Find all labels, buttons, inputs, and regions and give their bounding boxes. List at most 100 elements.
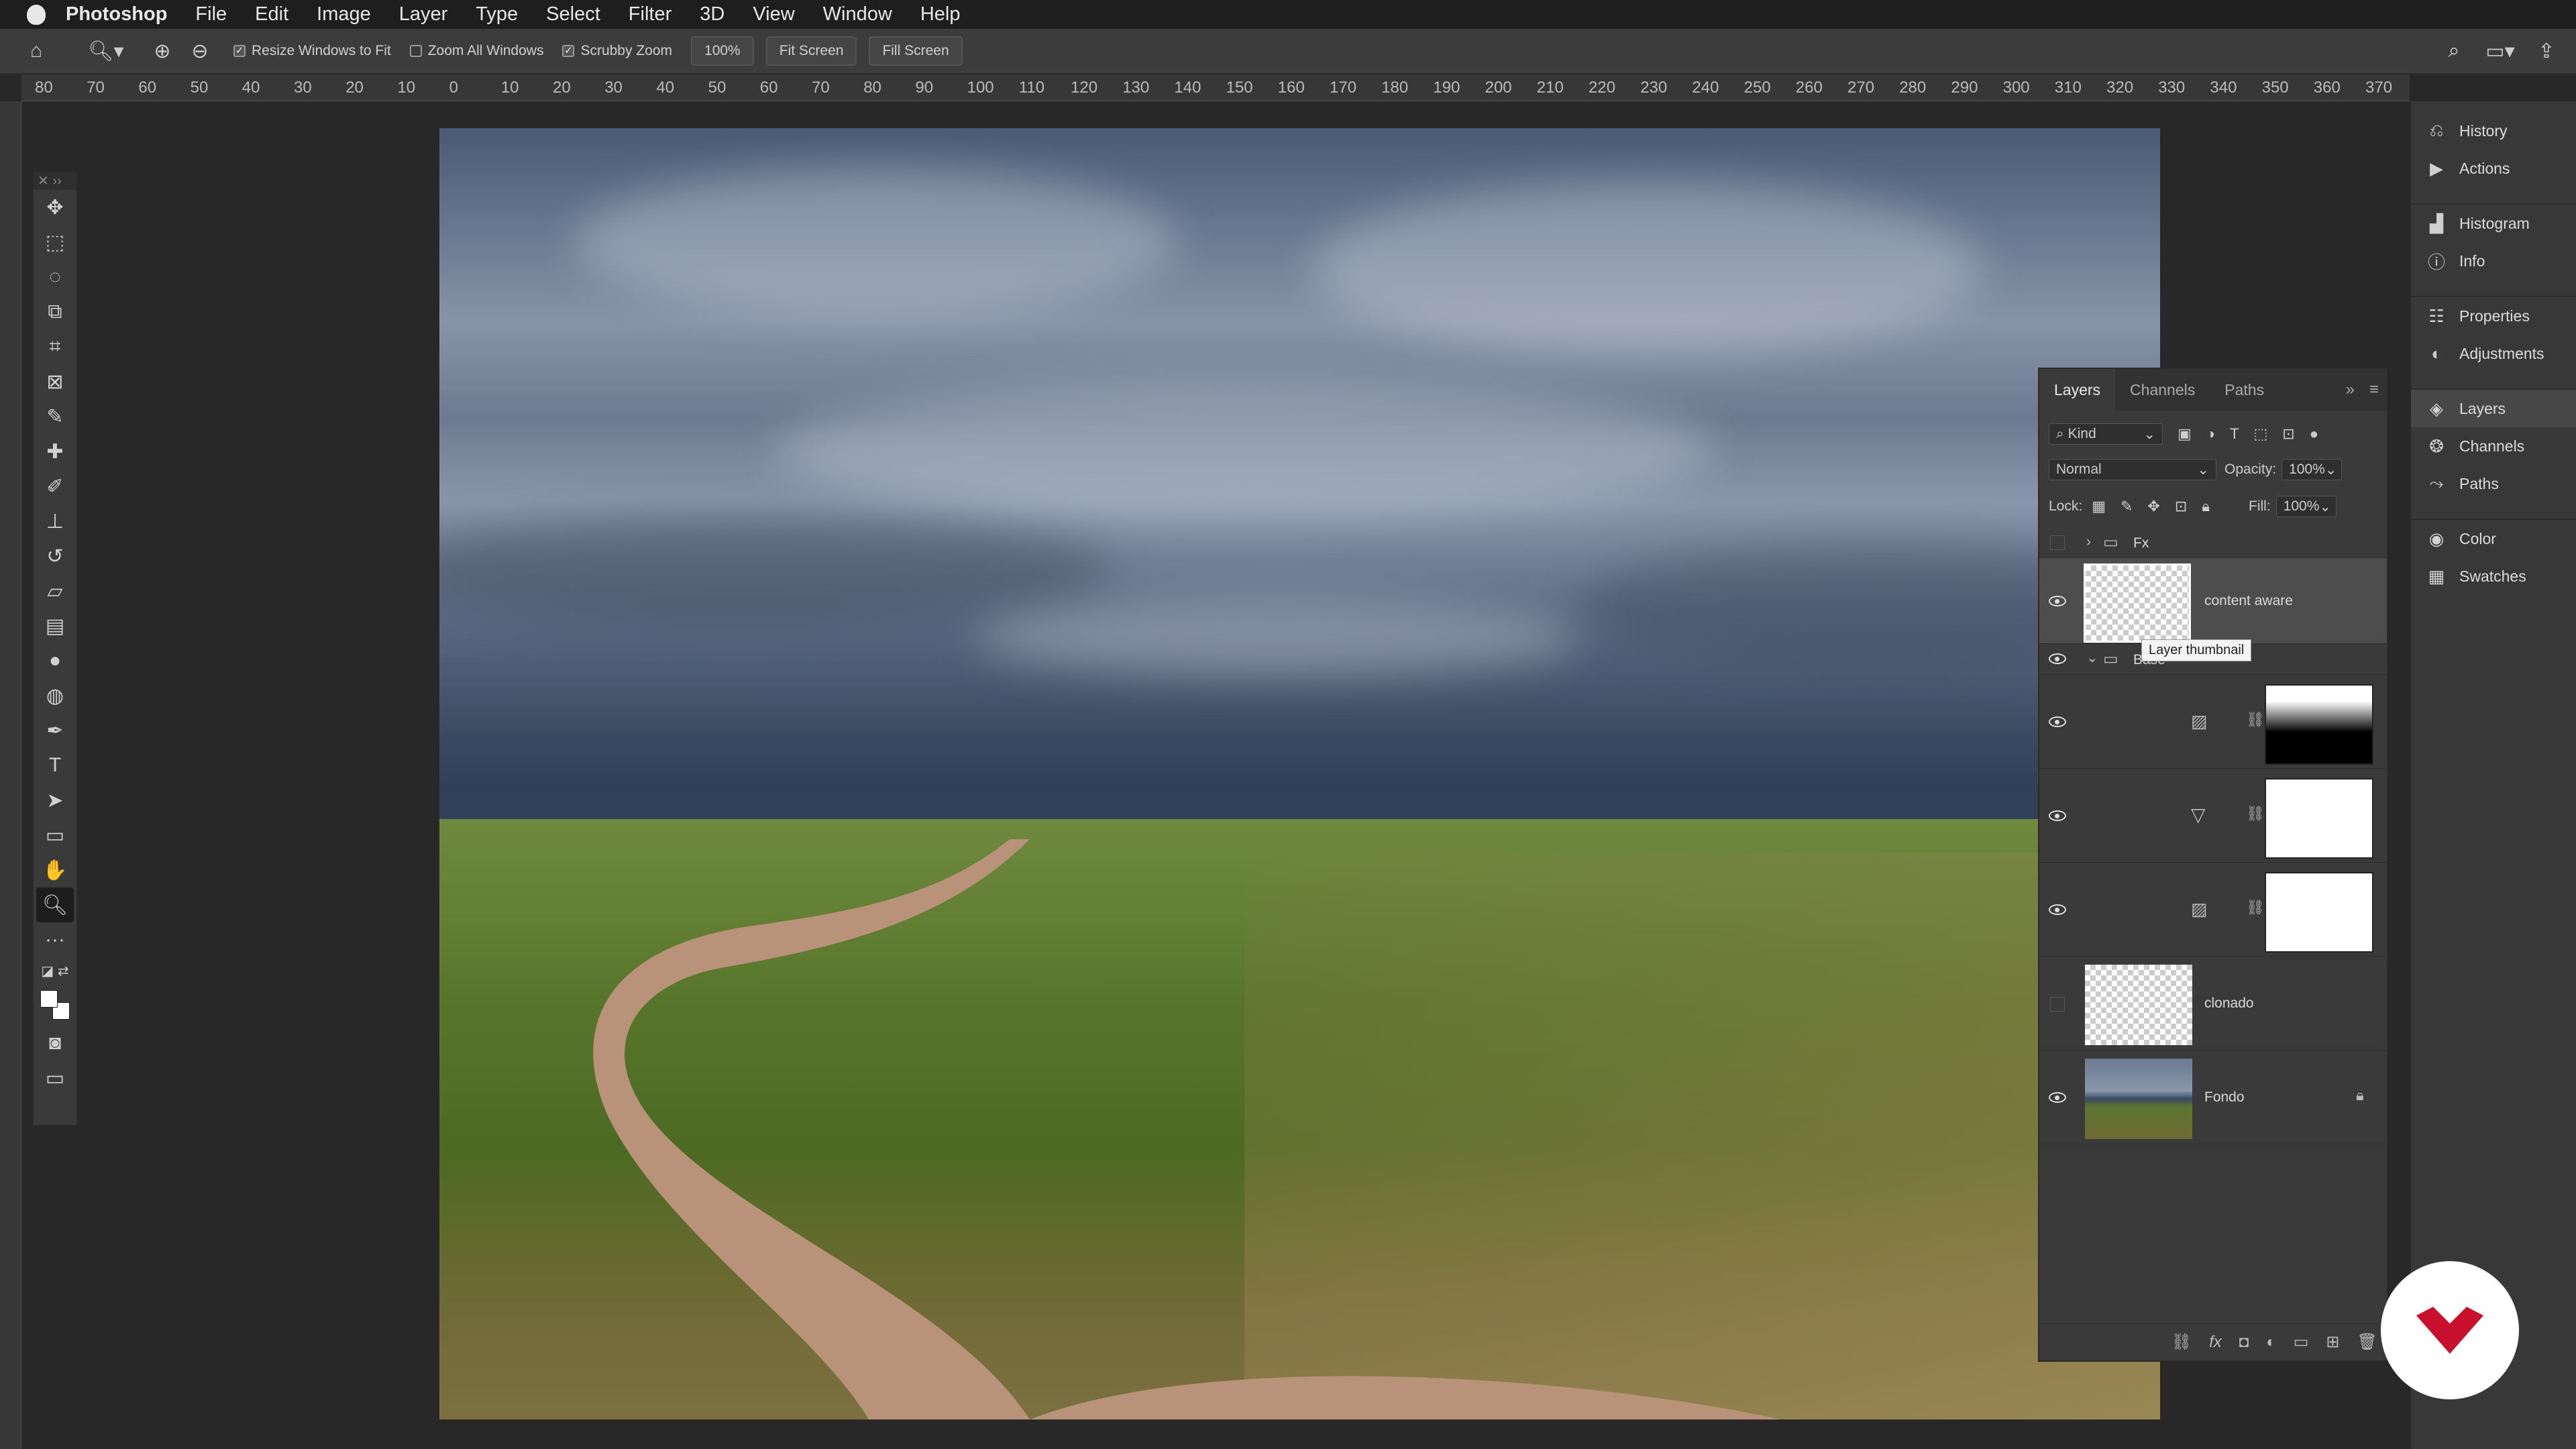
move-tool-icon[interactable]: ✥	[34, 190, 76, 225]
link-layers-icon[interactable]: ⛓	[2171, 1332, 2192, 1352]
panel-menu-icon[interactable]: ≡	[2361, 369, 2387, 411]
frame-tool-icon[interactable]: ⊠	[34, 364, 76, 399]
blur-tool-icon[interactable]: ●	[34, 643, 76, 678]
zoom-all-windows-checkbox[interactable]: Zoom All Windows	[409, 43, 543, 59]
layer-mask-thumbnail[interactable]	[2265, 778, 2373, 859]
fill-field[interactable]: 100% ⌄	[2275, 496, 2337, 517]
workspace-icon[interactable]: ▭▾	[2477, 36, 2524, 66]
new-layer-icon[interactable]: ⊞	[2326, 1332, 2339, 1352]
fx-icon[interactable]: fx	[2209, 1333, 2222, 1352]
layer-mask-thumbnail[interactable]	[2265, 872, 2373, 953]
menu-view[interactable]: View	[753, 3, 794, 25]
zoom-tool-preset-icon[interactable]: 🔍︎▾	[86, 36, 126, 66]
gradient-tool-icon[interactable]: ▤	[34, 608, 76, 643]
lasso-tool-icon[interactable]: ◌	[34, 260, 76, 294]
layer-thumbnail[interactable]	[2085, 1059, 2192, 1139]
clone-stamp-tool-icon[interactable]: ⊥	[34, 504, 76, 539]
layer-thumbnail[interactable]	[2085, 965, 2192, 1045]
eye-icon[interactable]	[2049, 1092, 2066, 1103]
visibility-toggle-off[interactable]	[2050, 997, 2065, 1012]
menu-image[interactable]: Image	[317, 3, 371, 25]
dock-channels[interactable]: ❂ Channels	[2411, 427, 2576, 465]
menu-layer[interactable]: Layer	[399, 3, 448, 25]
link-icon[interactable]: ⛓	[2246, 899, 2265, 916]
fill-screen-button[interactable]: Fill Screen	[869, 36, 963, 66]
horizontal-ruler[interactable]: 80 70 60 50 40 30 20 10 0 10 20 30 40 50 60 70 80 90 100 11…	[21, 74, 2410, 101]
trash-icon[interactable]: 🗑︎	[2357, 1332, 2377, 1352]
healing-brush-tool-icon[interactable]: ✚	[34, 434, 76, 469]
lock-icons[interactable]: ▦✎✥⊡🔒︎	[2092, 498, 2224, 515]
eyedropper-tool-icon[interactable]: ✎	[34, 399, 76, 434]
layer-row-clonado[interactable]: clonado	[2039, 957, 2387, 1051]
menu-edit[interactable]: Edit	[255, 3, 288, 25]
expand-group-icon[interactable]: ›	[2086, 534, 2091, 550]
dock-swatches[interactable]: ▦ Swatches	[2411, 557, 2576, 595]
tab-layers[interactable]: Layers	[2039, 369, 2116, 411]
collapse-panel-icon[interactable]: »	[2339, 369, 2361, 411]
layer-row-fx[interactable]: › ▭ Fx	[2039, 527, 2387, 558]
marquee-tool-icon[interactable]: ⬚	[34, 225, 76, 260]
vertical-ruler[interactable]	[0, 101, 21, 1449]
path-selection-tool-icon[interactable]: ➤	[34, 783, 76, 818]
home-icon[interactable]: ⌂	[21, 36, 51, 66]
eye-icon[interactable]	[2049, 596, 2066, 606]
new-group-icon[interactable]: ▭	[2294, 1332, 2309, 1352]
layer-row-content-aware[interactable]: content aware	[2039, 558, 2387, 644]
eye-icon[interactable]	[2049, 653, 2066, 664]
tools-panel-header[interactable]: ✕ ››	[34, 172, 76, 190]
menu-3d[interactable]: 3D	[700, 3, 724, 25]
layer-row-vibrance-adjustment[interactable]: ▽ ⛓	[2039, 769, 2387, 863]
zoom-percent-field[interactable]: 100%	[691, 36, 754, 66]
dock-actions[interactable]: ▶ Actions	[2411, 150, 2576, 187]
zoom-tool-icon[interactable]: 🔍︎	[36, 888, 74, 922]
menu-filter[interactable]: Filter	[629, 3, 672, 25]
dock-histogram[interactable]: ▟ Histogram	[2411, 205, 2576, 242]
apple-icon[interactable]	[27, 4, 46, 25]
link-icon[interactable]: ⛓	[2246, 711, 2265, 729]
collapse-group-icon[interactable]: ⌄	[2086, 649, 2098, 666]
menu-file[interactable]: File	[195, 3, 227, 25]
eye-icon[interactable]	[2049, 716, 2066, 727]
swap-colors-icon[interactable]: ◪ ⇄	[34, 957, 76, 984]
search-icon[interactable]: ⌕	[2439, 36, 2469, 66]
layer-mask-thumbnail[interactable]	[2265, 684, 2373, 765]
brush-tool-icon[interactable]: ✐	[34, 469, 76, 504]
dock-properties[interactable]: ☷ Properties	[2411, 297, 2576, 335]
document-canvas[interactable]	[439, 128, 2160, 1419]
link-icon[interactable]: ⛓	[2246, 805, 2265, 822]
more-tools-icon[interactable]: ···	[34, 922, 76, 957]
dock-color[interactable]: ◉ Color	[2411, 520, 2576, 557]
menu-select[interactable]: Select	[546, 3, 600, 25]
rectangle-tool-icon[interactable]: ▭	[34, 818, 76, 853]
eye-icon[interactable]	[2049, 904, 2066, 915]
filter-type-icons[interactable]: ▣◑T⬚⊡●	[2178, 425, 2333, 443]
layer-thumbnail[interactable]	[2084, 564, 2191, 643]
blend-mode-select[interactable]: Normal ⌄	[2049, 459, 2216, 480]
filter-kind-select[interactable]: ⌕ Kind ⌄	[2049, 423, 2163, 445]
menu-type[interactable]: Type	[476, 3, 518, 25]
zoom-out-icon[interactable]: ⊖	[185, 36, 215, 66]
object-selection-tool-icon[interactable]: ⧉	[34, 294, 76, 329]
dock-history[interactable]: ⎌ History	[2411, 112, 2576, 150]
type-tool-icon[interactable]: T	[34, 748, 76, 783]
menu-app-name[interactable]: Photoshop	[66, 3, 167, 25]
dock-paths[interactable]: ⤳ Paths	[2411, 465, 2576, 502]
layer-row-levels-adjustment[interactable]: ▨ ⛓	[2039, 675, 2387, 769]
tab-channels[interactable]: Channels	[2115, 369, 2210, 411]
layer-row-fondo[interactable]: Fondo 🔒︎	[2039, 1051, 2387, 1144]
menu-help[interactable]: Help	[920, 3, 961, 25]
dodge-tool-icon[interactable]: ◍	[34, 678, 76, 713]
visibility-toggle-off[interactable]	[2050, 535, 2065, 550]
quick-mask-icon[interactable]: ◙	[34, 1026, 76, 1061]
dock-info[interactable]: ⓘ Info	[2411, 242, 2576, 280]
hand-tool-icon[interactable]: ✋	[34, 853, 76, 888]
fit-screen-button[interactable]: Fit Screen	[765, 36, 857, 66]
eye-icon[interactable]	[2049, 810, 2066, 821]
share-icon[interactable]: ⇪	[2532, 36, 2561, 66]
pen-tool-icon[interactable]: ✒	[34, 713, 76, 748]
menu-window[interactable]: Window	[823, 3, 892, 25]
new-adjustment-icon[interactable]: ◐	[2266, 1333, 2276, 1352]
opacity-field[interactable]: 100% ⌄	[2282, 459, 2343, 480]
dock-layers[interactable]: ◈ Layers	[2411, 390, 2576, 427]
resize-windows-checkbox[interactable]: ✓ Resize Windows to Fit	[233, 43, 391, 59]
